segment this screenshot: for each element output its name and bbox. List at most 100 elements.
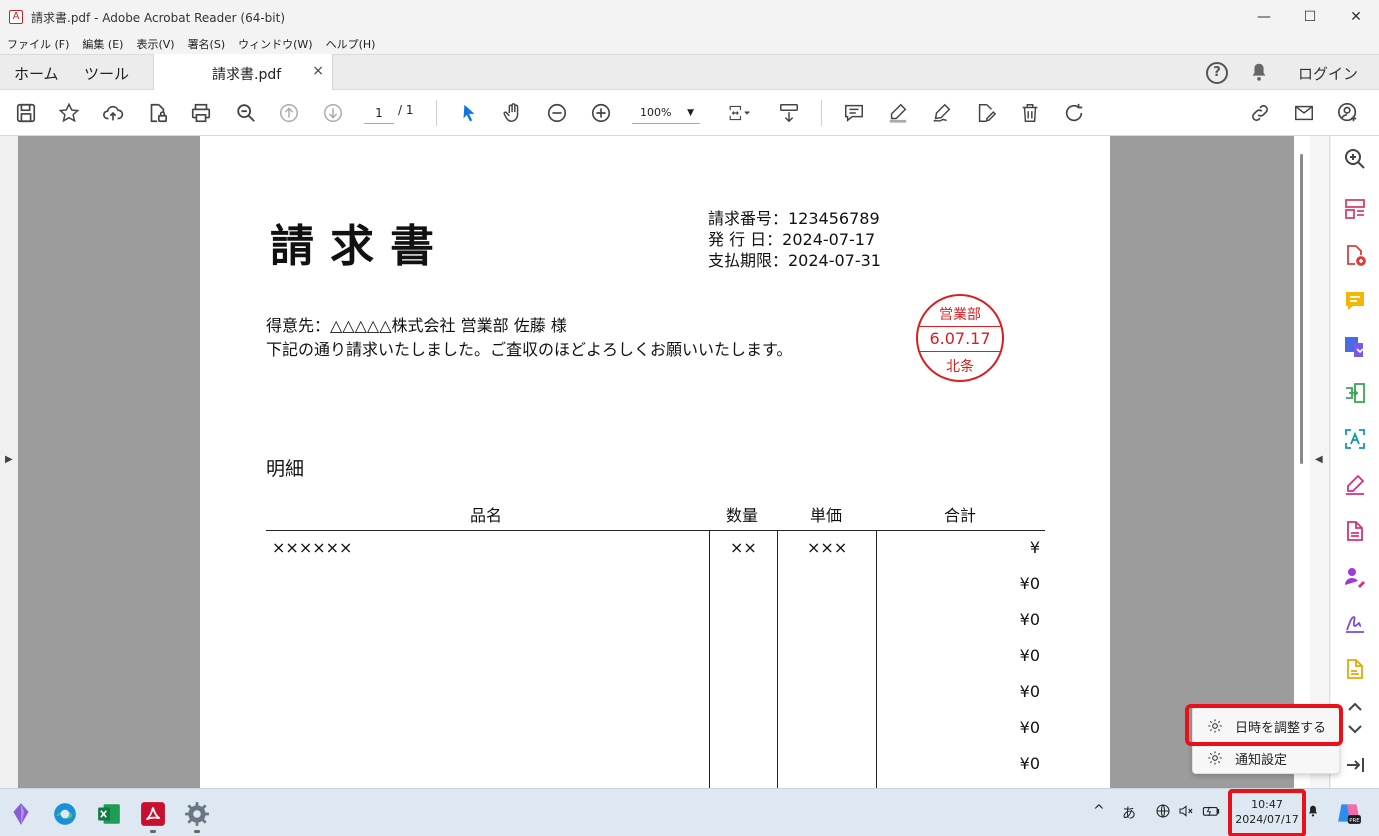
menu-window[interactable]: ウィンドウ(W): [238, 36, 312, 52]
customer-line: 得意先：△△△△△株式会社 営業部 佐藤 様: [266, 316, 567, 335]
column-header-item: 品名: [470, 506, 503, 525]
print-icon[interactable]: [189, 101, 213, 125]
vertical-scrollbar[interactable]: [1294, 136, 1310, 788]
edit-text-icon[interactable]: [974, 101, 998, 125]
scan-ocr-icon[interactable]: [1342, 426, 1368, 452]
chevron-right-icon: ▶: [5, 454, 13, 465]
login-link[interactable]: ログイン: [1298, 63, 1358, 84]
menu-view[interactable]: 表示(V): [136, 36, 174, 52]
right-panel-toggle[interactable]: ◀: [1310, 136, 1330, 788]
toolbar-divider: [821, 100, 822, 126]
date-seal-stamp: 営業部 6.07.17 北条: [916, 294, 1004, 382]
highlight-icon[interactable]: [886, 101, 910, 125]
settings-gear-icon[interactable]: [184, 801, 210, 827]
fill-sign-icon[interactable]: [1342, 472, 1368, 498]
sign-icon[interactable]: [1342, 610, 1368, 636]
tab-close-icon[interactable]: ×: [312, 63, 324, 79]
document-title: 請求書: [270, 221, 450, 272]
zoom-in-icon[interactable]: [589, 101, 613, 125]
copilot-preview-icon[interactable]: PRE: [1336, 800, 1362, 826]
star-icon[interactable]: [57, 101, 81, 125]
edge-browser-icon[interactable]: [52, 801, 78, 827]
invoice-message: 下記の通り請求いたしました。ご査収のほどよろしくお願いいたします。: [266, 340, 793, 359]
chevron-down-icon[interactable]: [1342, 716, 1368, 742]
notification-bell-icon[interactable]: [1248, 61, 1270, 83]
scroll-mode-icon[interactable]: [777, 101, 801, 125]
combine-files-icon[interactable]: [1342, 380, 1368, 406]
network-globe-icon[interactable]: [1155, 803, 1171, 819]
scrollbar-thumb[interactable]: [1300, 154, 1303, 464]
table-column-divider: [876, 530, 877, 788]
request-signature-icon[interactable]: [1342, 564, 1368, 590]
chevron-down-icon: ▼: [687, 108, 694, 118]
table-cell-total: ¥0: [1019, 718, 1040, 737]
draw-icon[interactable]: [930, 101, 954, 125]
table-cell-total: ¥0: [1019, 754, 1040, 773]
excel-icon[interactable]: [96, 801, 122, 827]
tab-home[interactable]: ホーム: [14, 63, 59, 84]
stamp-department: 営業部: [939, 307, 981, 323]
table-cell-total: ¥: [1029, 538, 1040, 557]
delete-icon[interactable]: [1018, 101, 1042, 125]
search-zoom-icon[interactable]: [234, 101, 258, 125]
email-icon[interactable]: [1292, 101, 1316, 125]
collapse-panel-icon[interactable]: [1342, 752, 1368, 778]
hand-tool-icon[interactable]: [501, 101, 525, 125]
zoom-select[interactable]: 100% ▼: [632, 102, 700, 124]
volume-muted-icon[interactable]: [1178, 803, 1194, 819]
page-fit-icon[interactable]: [722, 101, 756, 125]
copilot-gem-icon[interactable]: [8, 801, 34, 827]
protect-file-icon[interactable]: [145, 101, 169, 125]
document-canvas[interactable]: 請求書 請求番号：123456789 発 行 日：2024-07-17 支払期限…: [18, 136, 1294, 788]
zoom-out-icon[interactable]: [545, 101, 569, 125]
measure-notes-icon[interactable]: [1342, 656, 1368, 682]
create-pdf-icon[interactable]: [1342, 242, 1368, 268]
export-pdf-icon[interactable]: [1342, 334, 1368, 360]
cloud-upload-icon[interactable]: [101, 101, 125, 125]
tab-tools[interactable]: ツール: [84, 63, 129, 84]
share-link-icon[interactable]: [1248, 101, 1272, 125]
zoom-search-icon[interactable]: [1342, 146, 1368, 172]
help-icon[interactable]: ?: [1206, 62, 1228, 84]
edit-pdf-icon[interactable]: [1342, 518, 1368, 544]
select-cursor-icon[interactable]: [457, 101, 481, 125]
menu-sign[interactable]: 署名(S): [188, 36, 226, 52]
tab-document[interactable]: 請求書.pdf ×: [153, 54, 333, 91]
tools-panel: [1331, 136, 1379, 788]
previous-page-icon[interactable]: [277, 101, 301, 125]
acrobat-taskbar-icon[interactable]: [140, 801, 166, 827]
table-cell-total: ¥0: [1019, 574, 1040, 593]
invoice-meta: 請求番号：123456789 発 行 日：2024-07-17 支払期限：202…: [708, 208, 881, 271]
save-icon[interactable]: [14, 101, 38, 125]
highlight-box: [1185, 704, 1343, 746]
close-window-button[interactable]: ✕: [1333, 0, 1379, 34]
tray-overflow-chevron[interactable]: ^: [1093, 803, 1105, 819]
column-header-unit-price: 単価: [810, 506, 843, 525]
left-panel-toggle[interactable]: ▶: [0, 136, 18, 788]
menu-edit[interactable]: 編集 (E): [82, 36, 123, 52]
next-page-icon[interactable]: [321, 101, 345, 125]
tab-document-label: 請求書.pdf: [212, 67, 282, 83]
comment-tool-icon[interactable]: [1342, 288, 1368, 314]
chevron-left-icon: ◀: [1315, 454, 1323, 465]
comment-icon[interactable]: [842, 101, 866, 125]
notification-bell-icon[interactable]: [1306, 803, 1320, 819]
page-number-input[interactable]: 1: [364, 102, 394, 124]
stamp-name: 北条: [946, 359, 974, 375]
ime-indicator[interactable]: あ: [1122, 803, 1136, 823]
menu-help[interactable]: ヘルプ(H): [326, 36, 376, 52]
maximize-button[interactable]: ☐: [1287, 0, 1333, 34]
menu-file[interactable]: ファイル (F): [7, 36, 69, 52]
running-indicator: [150, 830, 156, 833]
menu-item-notification-settings[interactable]: 通知設定: [1193, 743, 1341, 773]
table-cell-total: ¥0: [1019, 682, 1040, 701]
add-user-icon[interactable]: [1336, 101, 1360, 125]
main-toolbar: 1 / 1 100% ▼: [0, 90, 1379, 136]
rotate-icon[interactable]: [1062, 101, 1086, 125]
organize-pages-icon[interactable]: [1342, 196, 1368, 222]
column-header-quantity: 数量: [726, 506, 759, 525]
running-indicator: [194, 830, 200, 833]
battery-icon[interactable]: [1202, 803, 1220, 819]
minimize-button[interactable]: —: [1241, 0, 1287, 34]
page-total: / 1: [398, 103, 414, 117]
